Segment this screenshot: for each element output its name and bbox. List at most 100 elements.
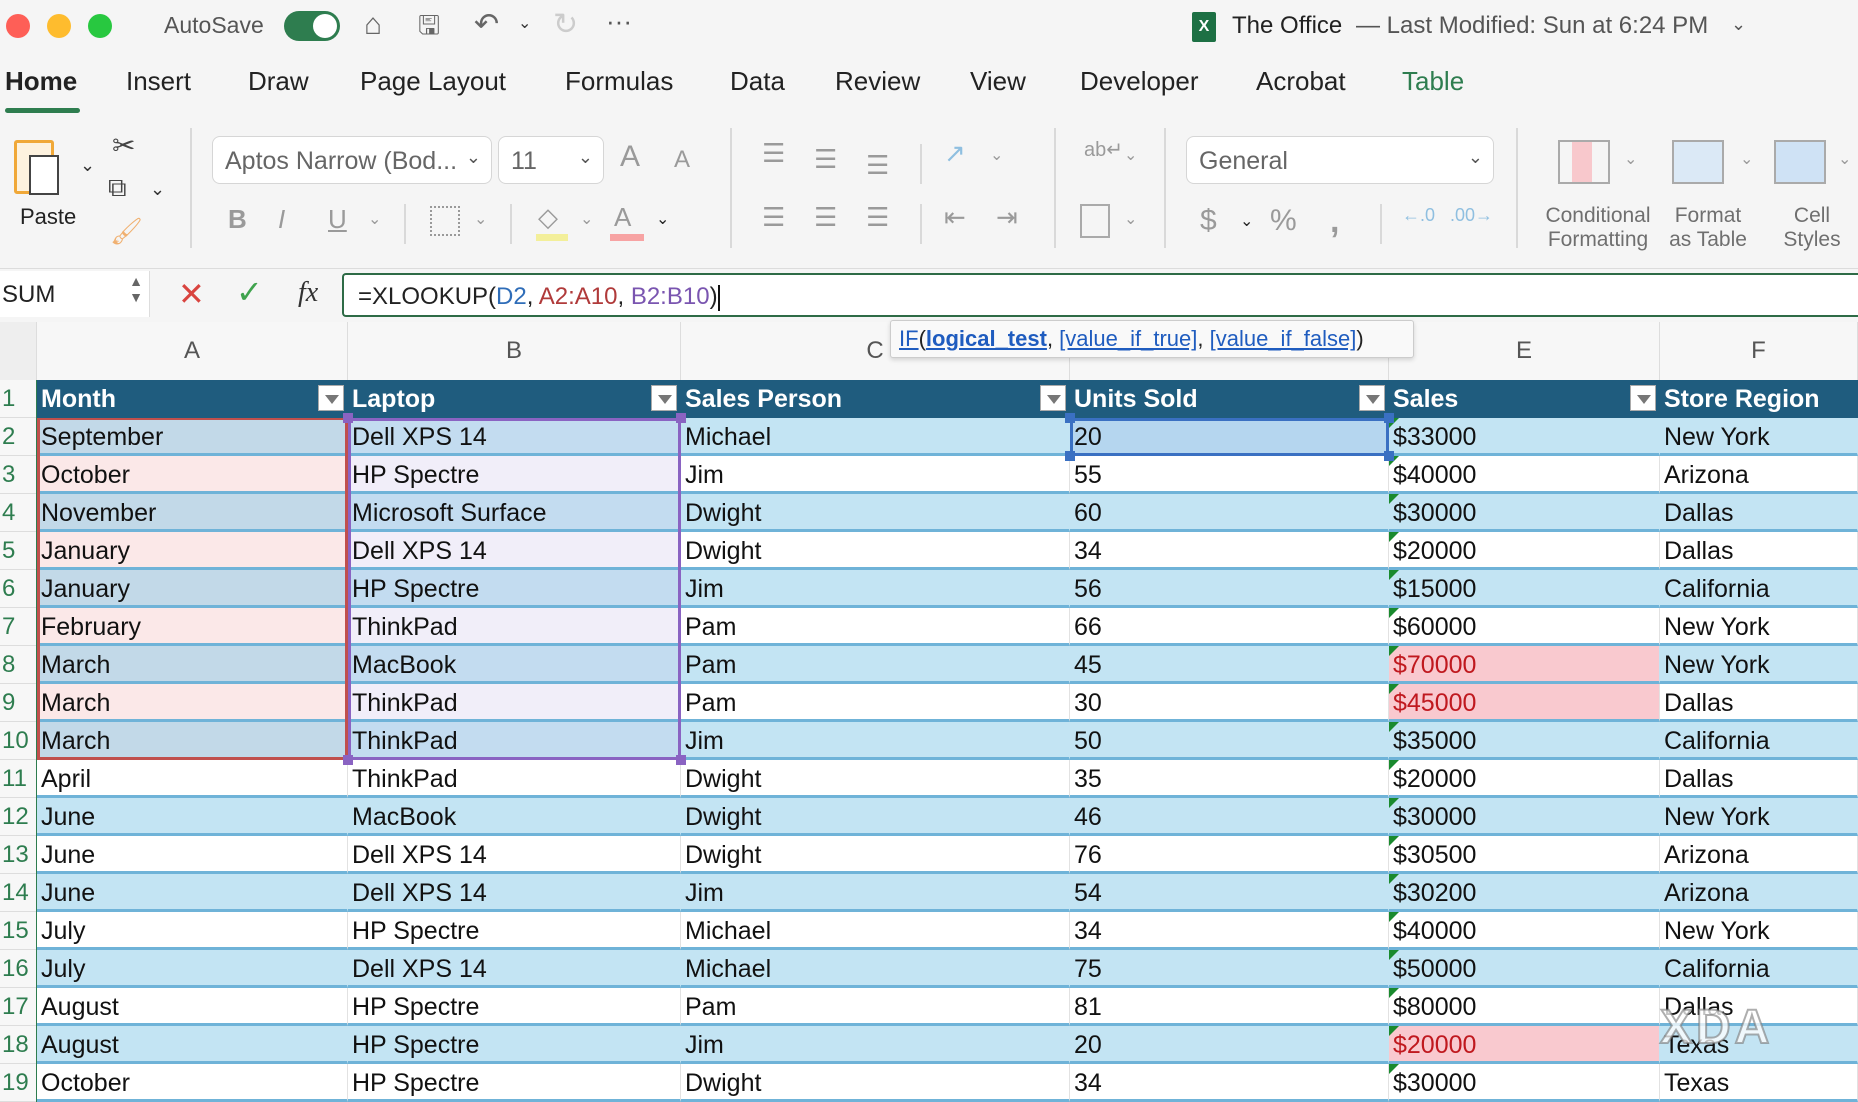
formula-input[interactable]: =XLOOKUP(D2, A2:A10, B2:B10) (342, 273, 1858, 317)
table-header-cell[interactable]: Laptop (348, 380, 681, 418)
error-indicator-icon[interactable] (1389, 646, 1399, 656)
table-cell[interactable]: 46 (1070, 798, 1389, 836)
row-header[interactable]: 10 (0, 722, 37, 760)
increase-indent-icon[interactable]: ⇥ (996, 204, 1018, 230)
underline-dropdown-icon[interactable]: ⌄ (368, 212, 381, 228)
range-resize-handle[interactable] (676, 755, 686, 765)
number-format-select[interactable]: General ⌄ (1186, 136, 1494, 184)
paste-label[interactable]: Paste (20, 204, 76, 230)
column-header-b[interactable]: B (348, 322, 681, 380)
table-cell[interactable]: 20 (1070, 1026, 1389, 1064)
table-cell[interactable]: Pam (681, 646, 1070, 684)
merge-dropdown-icon[interactable]: ⌄ (1124, 212, 1137, 228)
table-cell[interactable]: June (37, 798, 348, 836)
copy-dropdown-icon[interactable]: ⌄ (150, 180, 165, 198)
tab-table[interactable]: Table (1402, 66, 1464, 97)
format-as-table-dropdown-icon[interactable]: ⌄ (1740, 152, 1753, 168)
range-resize-handle[interactable] (1065, 413, 1075, 423)
error-indicator-icon[interactable] (1389, 950, 1399, 960)
table-cell[interactable]: $30000 (1389, 798, 1660, 836)
table-header-cell[interactable]: Units Sold (1070, 380, 1389, 418)
cell-styles-dropdown-icon[interactable]: ⌄ (1838, 152, 1851, 168)
table-cell[interactable]: Dwight (681, 494, 1070, 532)
error-indicator-icon[interactable] (1389, 798, 1399, 808)
title-chevron-icon[interactable]: ⌄ (1731, 14, 1746, 35)
table-cell[interactable]: Dallas (1660, 532, 1858, 570)
currency-dropdown-icon[interactable]: ⌄ (1240, 214, 1253, 230)
conditional-formatting-dropdown-icon[interactable]: ⌄ (1624, 152, 1637, 168)
table-cell[interactable]: Jim (681, 570, 1070, 608)
decrease-decimal-icon[interactable]: .00→ (1450, 206, 1493, 224)
table-cell[interactable]: 66 (1070, 608, 1389, 646)
table-cell[interactable]: June (37, 836, 348, 874)
table-cell[interactable]: ThinkPad (348, 760, 681, 798)
table-cell[interactable]: New York (1660, 418, 1858, 456)
bold-button[interactable]: B (228, 206, 247, 232)
row-header[interactable]: 7 (0, 608, 37, 646)
align-top-icon[interactable]: ☰ (762, 140, 785, 166)
error-indicator-icon[interactable] (1389, 608, 1399, 618)
row-header[interactable]: 19 (0, 1064, 37, 1102)
row-header[interactable]: 8 (0, 646, 37, 684)
table-cell[interactable]: Jim (681, 456, 1070, 494)
table-cell[interactable]: Dell XPS 14 (348, 874, 681, 912)
table-cell[interactable]: Texas (1660, 1064, 1858, 1102)
table-cell[interactable]: New York (1660, 646, 1858, 684)
table-cell[interactable]: $15000 (1389, 570, 1660, 608)
conditional-formatting-label[interactable]: Conditional Formatting (1536, 204, 1660, 252)
table-header-cell[interactable]: Month (37, 380, 348, 418)
table-cell[interactable]: 45 (1070, 646, 1389, 684)
decrease-font-size-icon[interactable]: A (674, 148, 690, 172)
table-cell[interactable]: $30500 (1389, 836, 1660, 874)
table-cell[interactable]: HP Spectre (348, 1064, 681, 1102)
table-cell[interactable]: Dallas (1660, 494, 1858, 532)
range-resize-handle[interactable] (1384, 413, 1394, 423)
error-indicator-icon[interactable] (1389, 912, 1399, 922)
font-color-dropdown-icon[interactable]: ⌄ (656, 212, 669, 228)
paste-icon[interactable] (14, 140, 59, 195)
range-resize-handle[interactable] (1384, 451, 1394, 461)
row-header[interactable]: 4 (0, 494, 37, 532)
table-cell[interactable]: Jim (681, 874, 1070, 912)
save-icon[interactable]: 🖫 (418, 12, 440, 38)
table-cell[interactable]: Dwight (681, 532, 1070, 570)
table-header-cell[interactable]: Sales (1389, 380, 1660, 418)
minimize-window-button[interactable] (47, 14, 71, 38)
close-window-button[interactable] (6, 14, 30, 38)
error-indicator-icon[interactable] (1389, 494, 1399, 504)
tab-review[interactable]: Review (835, 66, 920, 97)
table-cell[interactable]: $30000 (1389, 494, 1660, 532)
filter-dropdown-button[interactable] (1359, 385, 1385, 411)
table-cell[interactable]: Dwight (681, 760, 1070, 798)
table-cell[interactable]: New York (1660, 608, 1858, 646)
range-resize-handle[interactable] (1065, 451, 1075, 461)
enter-formula-button[interactable]: ✓ (236, 273, 263, 311)
table-cell[interactable]: Michael (681, 418, 1070, 456)
table-cell[interactable]: $33000 (1389, 418, 1660, 456)
table-cell[interactable]: Pam (681, 988, 1070, 1026)
table-cell[interactable]: Michael (681, 950, 1070, 988)
tooltip-function-link[interactable]: IF (899, 326, 919, 351)
table-cell[interactable]: 30 (1070, 684, 1389, 722)
undo-icon[interactable]: ↶ (474, 10, 499, 40)
table-cell[interactable]: 54 (1070, 874, 1389, 912)
table-cell[interactable]: Jim (681, 722, 1070, 760)
row-header[interactable]: 12 (0, 798, 37, 836)
row-header[interactable]: 16 (0, 950, 37, 988)
name-box-stepper-icon[interactable]: ▲ ▼ (129, 273, 143, 305)
increase-font-size-icon[interactable]: A (620, 142, 640, 172)
error-indicator-icon[interactable] (1389, 722, 1399, 732)
row-header[interactable]: 15 (0, 912, 37, 950)
error-indicator-icon[interactable] (1389, 684, 1399, 694)
error-indicator-icon[interactable] (1389, 1064, 1399, 1074)
font-size-select[interactable]: 11 ⌄ (498, 136, 604, 184)
table-cell[interactable]: Dallas (1660, 760, 1858, 798)
borders-dropdown-icon[interactable]: ⌄ (474, 212, 487, 228)
range-resize-handle[interactable] (343, 413, 353, 423)
tab-developer[interactable]: Developer (1080, 66, 1199, 97)
fill-color-dropdown-icon[interactable]: ⌄ (580, 212, 593, 228)
column-header-a[interactable]: A (37, 322, 348, 380)
increase-decimal-icon[interactable]: ←.0 (1402, 206, 1435, 224)
tooltip-arg-value-if-true[interactable]: [value_if_true] (1059, 326, 1197, 351)
row-header[interactable]: 11 (0, 760, 37, 798)
